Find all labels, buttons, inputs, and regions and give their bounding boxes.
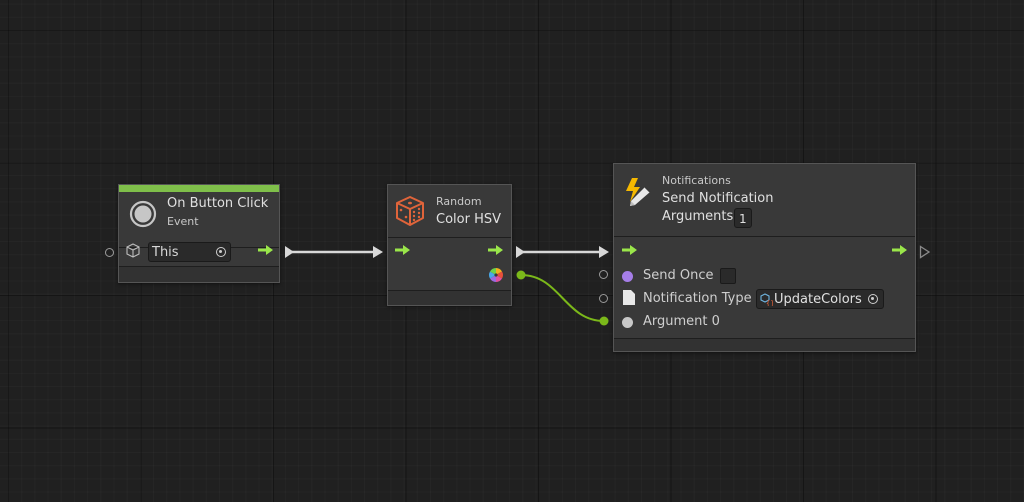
node-category: Random xyxy=(436,195,482,208)
color-wheel-icon[interactable] xyxy=(488,267,504,283)
notification-type-label: Notification Type xyxy=(643,291,752,306)
button-circle-icon xyxy=(129,200,157,228)
dice-icon xyxy=(396,196,424,226)
node-title: On Button Click xyxy=(167,196,269,211)
node-subtitle: Event xyxy=(167,215,199,228)
flow-output-arrow-icon[interactable] xyxy=(488,245,503,255)
argument-type-icon xyxy=(622,317,633,328)
node-header: Random Color HSV xyxy=(388,185,511,238)
node-header: Notifications Send Notification Argument… xyxy=(614,164,915,237)
node-send-notification[interactable]: Notifications Send Notification Argument… xyxy=(613,163,916,352)
send-once-input-port[interactable] xyxy=(599,270,608,279)
send-once-checkbox[interactable] xyxy=(720,268,736,284)
notification-type-object-field[interactable]: {} UpdateColors xyxy=(756,289,884,309)
cube-icon xyxy=(126,243,140,258)
event-header-bar xyxy=(119,185,279,192)
send-once-type-icon xyxy=(622,271,633,282)
flow-output-arrow-icon[interactable] xyxy=(258,245,273,255)
send-once-label: Send Once xyxy=(643,268,714,283)
svg-text:{}: {} xyxy=(766,300,773,307)
flow-input-arrow-icon[interactable] xyxy=(622,245,637,255)
arguments-count-field[interactable]: 1 xyxy=(734,208,752,228)
argument-0-label: Argument 0 xyxy=(643,314,720,329)
node-footer xyxy=(614,338,915,351)
node-title: Send Notification xyxy=(662,191,774,206)
flow-output-port-icon[interactable] xyxy=(919,245,931,259)
target-object-field[interactable]: This xyxy=(148,242,231,262)
script-asset-icon: {} xyxy=(760,293,773,306)
node-header: On Button Click Event xyxy=(119,192,279,248)
node-title: Color HSV xyxy=(436,212,501,227)
arguments-count-value: 1 xyxy=(739,212,747,226)
flow-output-arrow-icon[interactable] xyxy=(892,245,907,255)
arguments-label: Arguments xyxy=(662,209,734,224)
node-random-color-hsv[interactable]: Random Color HSV xyxy=(387,184,512,306)
node-on-button-click[interactable]: On Button Click Event This xyxy=(118,184,280,283)
object-picker-button[interactable] xyxy=(868,294,878,304)
document-icon xyxy=(623,290,635,305)
notification-type-input-port[interactable] xyxy=(599,294,608,303)
notification-type-value: UpdateColors xyxy=(774,292,862,307)
lightning-pencil-icon xyxy=(626,178,651,206)
object-picker-button[interactable] xyxy=(216,247,226,257)
node-footer xyxy=(388,290,511,305)
node-category: Notifications xyxy=(662,174,731,187)
target-field-value: This xyxy=(152,245,179,260)
target-input-port[interactable] xyxy=(105,248,114,257)
flow-input-arrow-icon[interactable] xyxy=(395,245,410,255)
node-footer xyxy=(119,266,279,282)
